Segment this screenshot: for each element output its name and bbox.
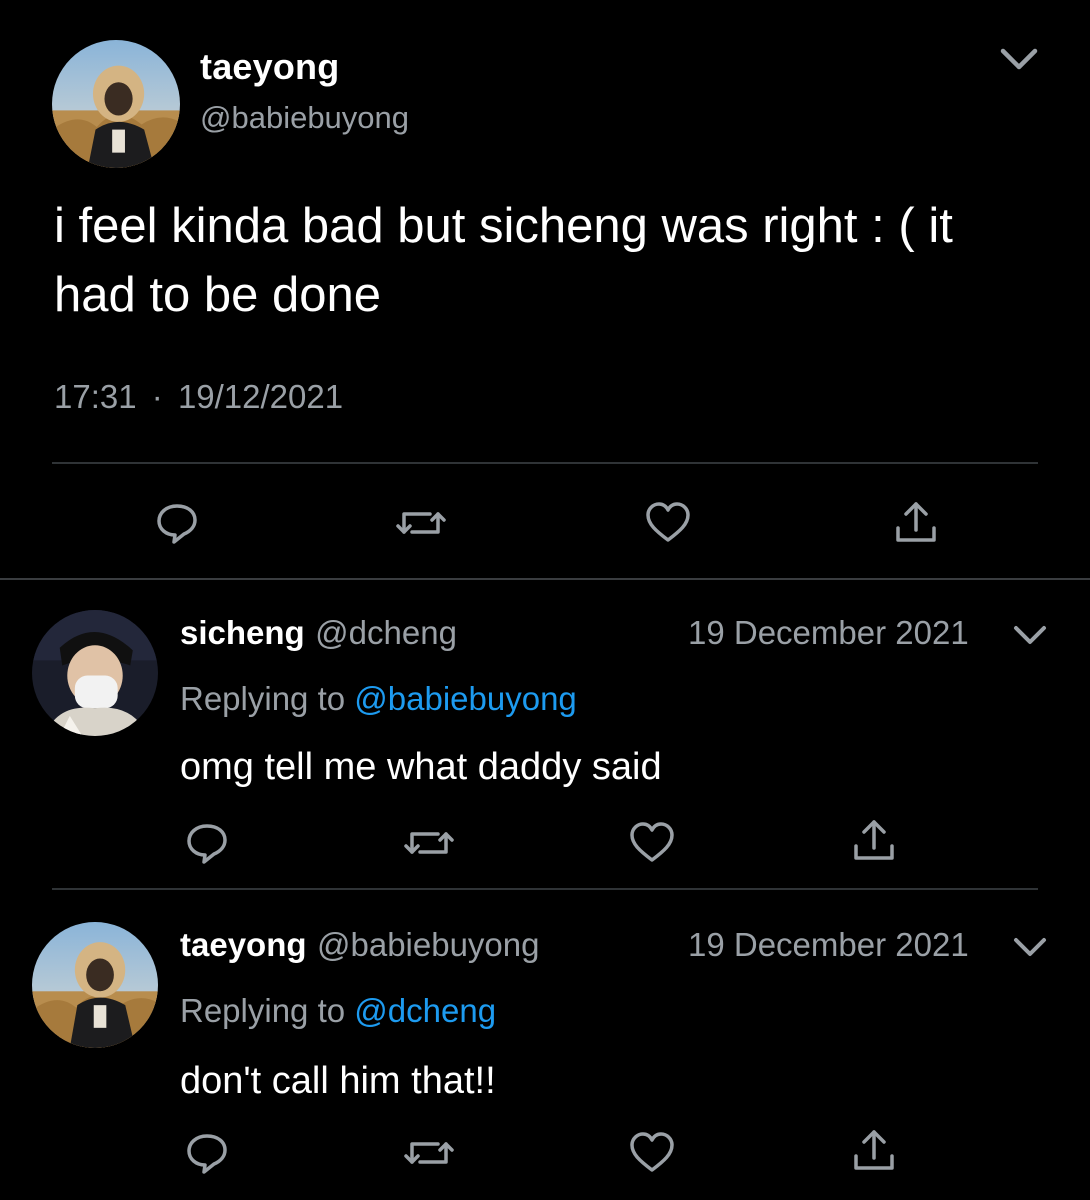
reply-2-text: don't call him that!! bbox=[180, 1060, 496, 1102]
main-tweet-divider bbox=[52, 462, 1038, 464]
more-chevron-icon[interactable] bbox=[1012, 620, 1048, 650]
replying-to-link[interactable]: @babiebuyong bbox=[354, 680, 577, 717]
reply-icon[interactable] bbox=[184, 1130, 230, 1176]
share-icon[interactable] bbox=[852, 1128, 896, 1174]
meta-separator: · bbox=[151, 378, 163, 415]
retweet-icon[interactable] bbox=[396, 502, 446, 544]
share-icon[interactable] bbox=[894, 500, 938, 546]
avatar-image bbox=[32, 610, 158, 736]
more-chevron-icon[interactable] bbox=[998, 42, 1040, 76]
replying-to-link[interactable]: @dcheng bbox=[354, 992, 496, 1029]
share-icon[interactable] bbox=[852, 818, 896, 864]
main-tweet-time[interactable]: 17:31 bbox=[54, 378, 137, 415]
reply-1-author-handle[interactable]: @dcheng bbox=[315, 614, 457, 651]
reply-2-replying-line: Replying to @dcheng bbox=[180, 992, 496, 1030]
reply-2-avatar[interactable] bbox=[32, 922, 158, 1048]
reply-2-date[interactable]: 19 December 2021 bbox=[688, 926, 969, 964]
section-divider bbox=[0, 578, 1090, 580]
reply-2-header: taeyong @babiebuyong bbox=[180, 926, 540, 964]
reply-1-author-name[interactable]: sicheng bbox=[180, 614, 305, 651]
main-tweet-date[interactable]: 19/12/2021 bbox=[178, 378, 343, 415]
reply-1-avatar[interactable] bbox=[32, 610, 158, 736]
reply-2-author-handle[interactable]: @babiebuyong bbox=[317, 926, 540, 963]
main-tweet-meta: 17:31 · 19/12/2021 bbox=[54, 378, 343, 416]
more-chevron-icon[interactable] bbox=[1012, 932, 1048, 962]
main-author-handle[interactable]: @babiebuyong bbox=[200, 100, 409, 136]
avatar-image bbox=[52, 40, 180, 168]
replying-to-label: Replying to bbox=[180, 680, 346, 717]
reply-1-date[interactable]: 19 December 2021 bbox=[688, 614, 969, 652]
main-tweet-text: i feel kinda bad but sicheng was right :… bbox=[54, 199, 953, 322]
reply-1-replying-line: Replying to @babiebuyong bbox=[180, 680, 577, 718]
avatar-image bbox=[32, 922, 158, 1048]
retweet-icon[interactable] bbox=[404, 822, 454, 864]
retweet-icon[interactable] bbox=[404, 1132, 454, 1174]
reply-divider bbox=[52, 888, 1038, 890]
reply-1-text: omg tell me what daddy said bbox=[180, 746, 662, 788]
reply-icon[interactable] bbox=[154, 500, 200, 546]
main-author-name[interactable]: taeyong bbox=[200, 46, 339, 88]
like-icon[interactable] bbox=[628, 1130, 676, 1174]
like-icon[interactable] bbox=[644, 500, 692, 544]
reply-2-author-name[interactable]: taeyong bbox=[180, 926, 307, 963]
like-icon[interactable] bbox=[628, 820, 676, 864]
reply-icon[interactable] bbox=[184, 820, 230, 866]
reply-1-header: sicheng @dcheng bbox=[180, 614, 457, 652]
main-author-avatar[interactable] bbox=[52, 40, 180, 168]
replying-to-label: Replying to bbox=[180, 992, 346, 1029]
